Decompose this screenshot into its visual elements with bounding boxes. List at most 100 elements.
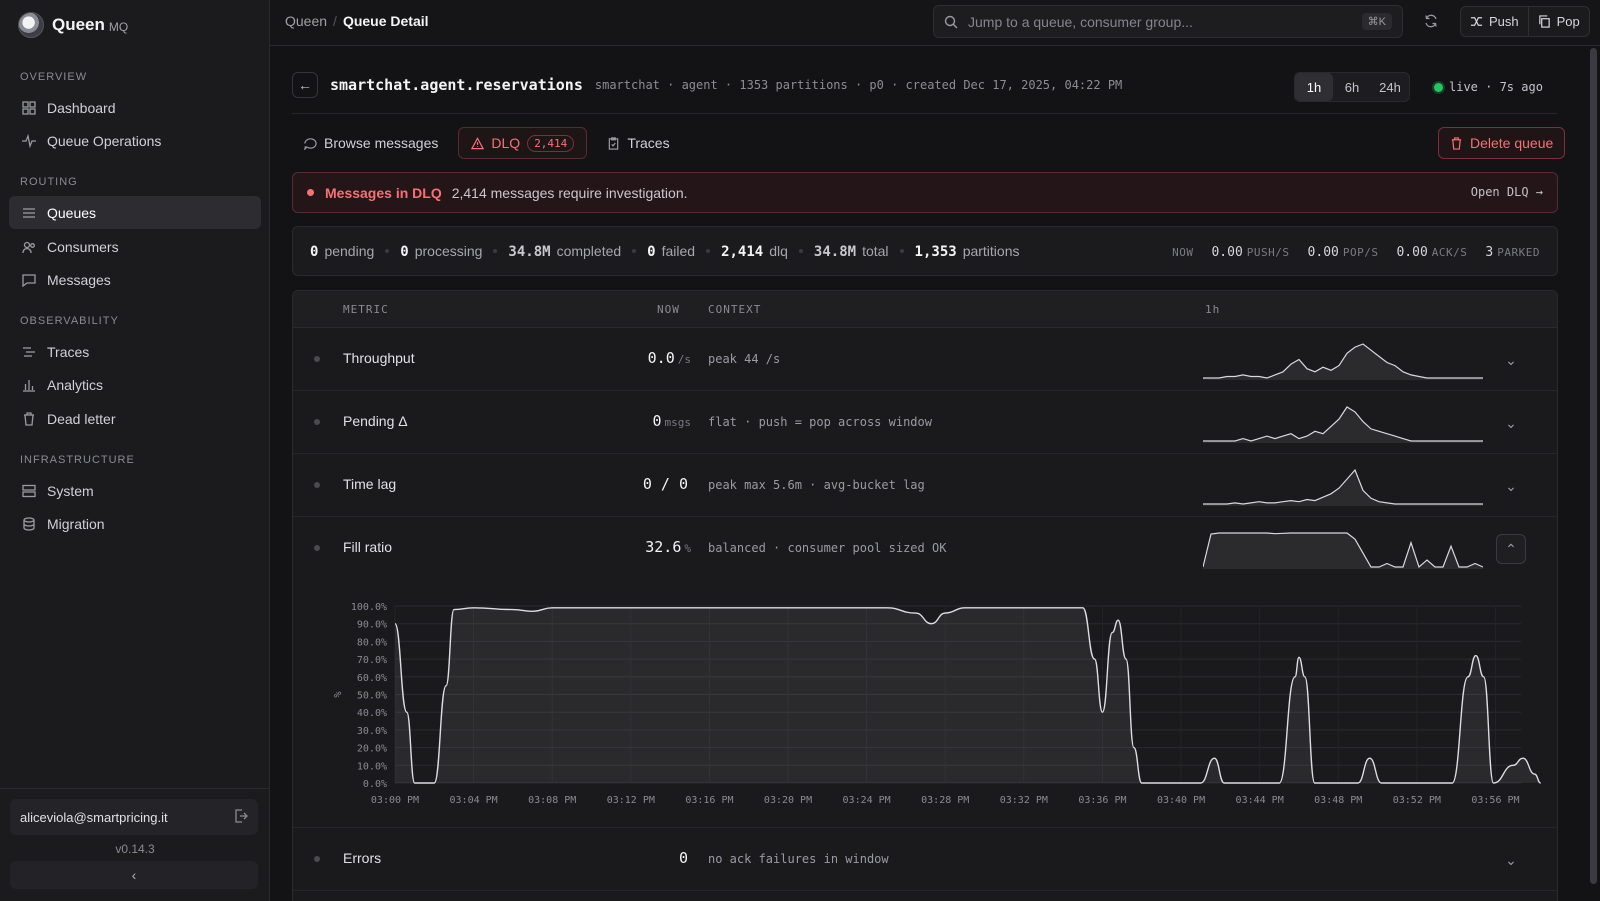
metric-context: peak 44 /s	[708, 352, 781, 366]
open-dlq-link[interactable]: Open DLQ →	[1471, 185, 1543, 199]
rate-now-label: NOW	[1172, 246, 1194, 259]
tab-label: DLQ	[491, 135, 521, 151]
y-tick-label: 70.0%	[357, 655, 387, 666]
global-search[interactable]: ⌘K	[933, 5, 1403, 38]
stat-label: pending	[324, 242, 375, 259]
metric-unit: /s	[677, 353, 691, 366]
delete-queue-button[interactable]: Delete queue	[1438, 127, 1566, 159]
status-dot-icon	[314, 356, 320, 362]
range-1h[interactable]: 1h	[1295, 73, 1333, 101]
y-tick-label: 50.0%	[357, 691, 387, 702]
expand-button[interactable]: ⌄	[1496, 845, 1526, 875]
metric-now-value: 0.0	[647, 349, 675, 367]
push-button[interactable]: Push	[1461, 7, 1528, 36]
metric-row-throughput[interactable]: Throughput 0.0/s peak 44 /s ⌄	[293, 328, 1557, 391]
sidebar-item-label: Dashboard	[47, 99, 116, 116]
sidebar-item-messages[interactable]: Messages	[9, 263, 261, 296]
expand-button[interactable]: ⌄	[1496, 345, 1526, 375]
sidebar-item-migration[interactable]: Migration	[9, 507, 261, 540]
rate-value: 0.00	[1307, 245, 1339, 260]
activity-icon	[22, 133, 36, 148]
sidebar-item-system[interactable]: System	[9, 474, 261, 507]
collapse-sidebar-button[interactable]: ‹	[10, 861, 258, 889]
tab-dlq[interactable]: DLQ 2,414	[458, 127, 588, 159]
refresh-button[interactable]	[1420, 10, 1442, 32]
shuffle-icon	[1470, 15, 1483, 28]
metric-unit: msgs	[664, 416, 692, 429]
y-tick-label: 100.0%	[351, 602, 387, 613]
logout-icon[interactable]	[234, 808, 248, 826]
range-6h[interactable]: 6h	[1333, 73, 1371, 101]
chevron-down-icon: ⌄	[1505, 851, 1517, 868]
collapse-button[interactable]: ⌃	[1496, 534, 1526, 564]
metric-row-pending[interactable]: Pending Δ 0 msgs flat · push = pop across…	[293, 391, 1557, 454]
stat-separator	[798, 249, 803, 253]
metric-now-value: 0	[678, 849, 688, 867]
x-tick-label: 03:12 PM	[607, 795, 655, 806]
delete-label: Delete queue	[1470, 135, 1554, 151]
push-label: Push	[1489, 14, 1519, 29]
expand-button[interactable]: ⌄	[1496, 408, 1526, 438]
y-axis-label: %	[333, 691, 344, 697]
x-tick-label: 03:20 PM	[764, 795, 812, 806]
metric-row-errors[interactable]: Errors 0 no ack failures in window ⌄	[293, 828, 1557, 891]
sidebar-item-consumers[interactable]: Consumers	[9, 230, 261, 263]
rate-pop: 0.00 POP/S	[1308, 244, 1379, 260]
y-tick-label: 90.0%	[357, 620, 387, 631]
tab-traces[interactable]: Traces	[595, 127, 681, 159]
chevron-down-icon: ⌄	[1505, 477, 1517, 494]
sidebar-item-label: Dead letter	[47, 410, 116, 427]
queue-name: smartchat.agent.reservations	[330, 76, 583, 94]
pop-button[interactable]: Pop	[1527, 7, 1589, 36]
x-tick-label: 03:36 PM	[1078, 795, 1126, 806]
page-scrollbar[interactable]	[1590, 48, 1597, 884]
stat-label: completed	[556, 242, 622, 259]
sidebar-item-traces[interactable]: Traces	[9, 335, 261, 368]
live-indicator: live · 7s ago	[1434, 80, 1543, 94]
back-button[interactable]: ←	[292, 72, 318, 98]
metric-now: 0 msgs	[652, 412, 691, 430]
fill-ratio-chart[interactable]: 0.0% 10.0% 20.0% 30.0% 40.0% 50.0% 60.0% 70.0% 8…	[333, 588, 1543, 818]
x-tick-label: 03:16 PM	[685, 795, 733, 806]
sidebar-item-dead-letter[interactable]: Dead letter	[9, 402, 261, 435]
metric-row-time-lag[interactable]: Time lag 0 / 0 peak max 5.6m · avg-bucke…	[293, 454, 1557, 517]
breadcrumb-root[interactable]: Queen	[285, 13, 327, 29]
metric-name: Errors	[343, 850, 382, 866]
metric-name: Throughput	[343, 350, 415, 366]
nav-section-infrastructure: INFRASTRUCTURE	[20, 454, 135, 466]
metric-row-fill-ratio[interactable]: Fill ratio 32.6% balanced · consumer poo…	[293, 517, 1557, 580]
list-icon	[22, 206, 36, 220]
y-tick-label: 0.0%	[363, 779, 387, 790]
rate-parked: 3 PARKED	[1485, 244, 1540, 260]
x-tick-label: 03:24 PM	[843, 795, 891, 806]
y-tick-label: 40.0%	[357, 708, 387, 719]
sidebar-item-dashboard[interactable]: Dashboard	[9, 91, 261, 124]
col-window: 1h	[1205, 303, 1221, 316]
stat-separator	[493, 249, 498, 253]
status-dot-icon	[314, 419, 320, 425]
sidebar-item-label: System	[47, 482, 94, 499]
warning-icon	[471, 136, 485, 150]
range-24h[interactable]: 24h	[1371, 73, 1409, 101]
x-tick-label: 03:04 PM	[450, 795, 498, 806]
metric-context: balanced · consumer pool sized OK	[708, 541, 947, 555]
sparkline-area	[1203, 344, 1483, 380]
sidebar-footer: aliceviola@smartpricing.it v0.14.3 ‹	[0, 788, 270, 901]
rate-label: PUSH/S	[1246, 246, 1290, 259]
stat-value: 0	[647, 243, 656, 260]
search-input[interactable]	[968, 13, 1352, 30]
metric-now: 32.6%	[645, 538, 691, 556]
sidebar-item-queues[interactable]: Queues	[9, 196, 261, 229]
y-tick-label: 60.0%	[357, 673, 387, 684]
expand-button[interactable]: ⌄	[1496, 471, 1526, 501]
stat-label: total	[862, 242, 889, 259]
user-account[interactable]: aliceviola@smartpricing.it	[10, 799, 258, 835]
tab-browse-messages[interactable]: Browse messages	[292, 127, 450, 159]
brand[interactable]: Queen MQ	[18, 10, 128, 40]
sidebar-item-analytics[interactable]: Analytics	[9, 368, 261, 401]
sidebar-item-queue-operations[interactable]: Queue Operations	[9, 124, 261, 157]
traces-icon	[22, 345, 36, 359]
nav-section-routing: ROUTING	[20, 176, 78, 188]
queue-stats: 0 pending 0 processing 34.8M completed 0 fai…	[292, 226, 1558, 276]
topbar: Queen / Queue Detail ⌘K Push Pop	[270, 0, 1600, 46]
